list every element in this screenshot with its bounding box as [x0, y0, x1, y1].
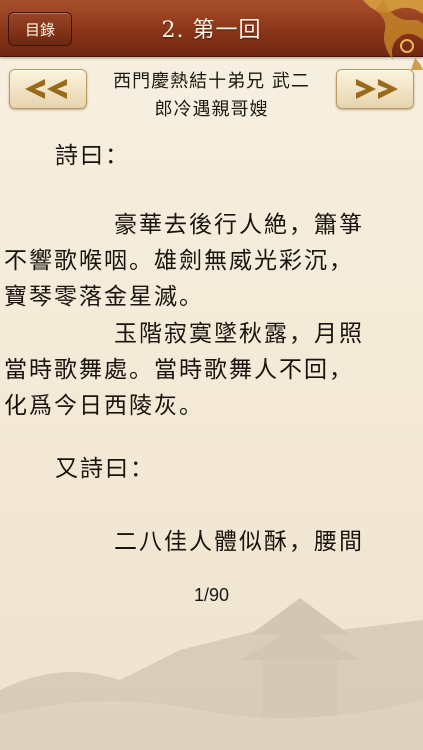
text-line: 當時歌舞處。當時歌舞人不回， [4, 357, 354, 383]
chapter-title-line-1: 西門慶熱結十弟兄 武二 [113, 71, 310, 92]
text-line: 二八佳人體似酥，腰間 [114, 529, 364, 555]
previous-chapter-button[interactable] [9, 69, 87, 109]
double-chevron-right-icon [356, 79, 398, 99]
background-temple-illustration [0, 598, 423, 750]
next-chapter-button[interactable] [336, 69, 414, 109]
top-navigation-bar: 目錄 2. 第一回 [0, 0, 423, 70]
text-line: 豪華去後行人絶，簫箏 [114, 212, 364, 238]
text-line: 詩曰： [55, 143, 130, 169]
text-line: 化爲今日西陵灰。 [4, 393, 204, 419]
text-line: 又詩曰： [55, 456, 155, 482]
double-chevron-left-icon [25, 79, 67, 99]
chapter-title: 西門慶熱結十弟兄 武二 郎冷遇親哥嫂 [90, 68, 333, 124]
corner-ornament-icon [363, 0, 423, 70]
page-indicator: 1/90 [193, 585, 230, 605]
reading-text-area: 詩曰： 豪華去後行人絶，簫箏 不響歌喉咽。雄劍無威光彩沉， 寶琴零落金星滅。 玉… [0, 135, 423, 555]
chapter-navigation-bar: 西門慶熱結十弟兄 武二 郎冷遇親哥嫂 [0, 64, 423, 130]
text-line: 玉階寂寞墜秋露，月照 [114, 321, 364, 347]
chapter-title-line-2: 郎冷遇親哥嫂 [154, 99, 269, 120]
text-line: 不響歌喉咽。雄劍無威光彩沉， [4, 248, 354, 274]
text-line: 寶琴零落金星滅。 [4, 284, 204, 310]
